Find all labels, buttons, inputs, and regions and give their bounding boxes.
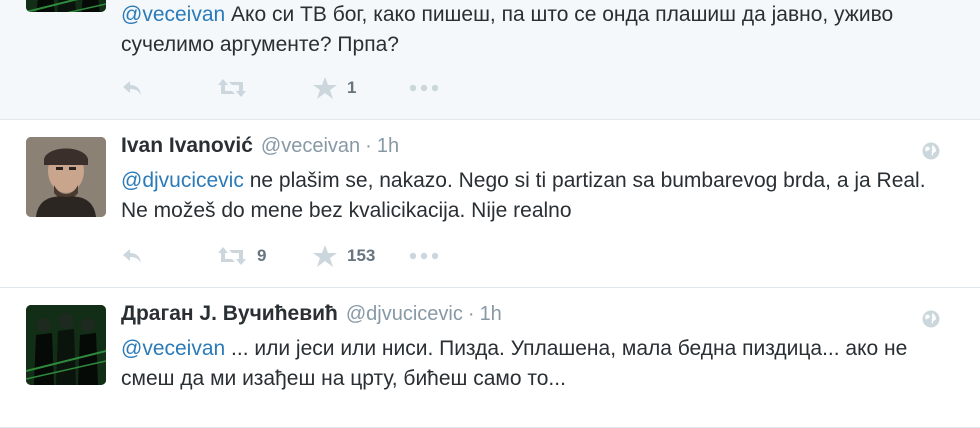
more-button[interactable] [409, 252, 449, 260]
reply-icon [123, 249, 141, 263]
tweet-text: @veceivan Ако си ТВ бог, како пишеш, па … [121, 0, 941, 60]
retweet-button[interactable]: 9 [217, 246, 313, 266]
avatar[interactable] [26, 137, 106, 217]
avatar-image [26, 305, 106, 385]
globe-icon[interactable] [922, 310, 940, 328]
tweet-text: @djvucicevic ne plašim se, nakazo. Nego … [121, 166, 941, 226]
globe-icon[interactable] [922, 142, 940, 160]
mention-link[interactable]: @djvucicevic [121, 169, 244, 192]
more-icon [409, 252, 439, 260]
tweet[interactable]: Драган Ј. Вучићевић @djvucicevic · 1h @v… [0, 288, 980, 428]
avatar-image [26, 137, 106, 217]
more-button[interactable] [409, 84, 449, 92]
avatar[interactable] [26, 0, 106, 12]
mention-link[interactable]: @veceivan [121, 3, 225, 26]
tweet-body: ... или јеси или ниси. Пизда. Уплашена, … [121, 337, 908, 390]
favorite-count: 1 [347, 78, 357, 97]
reply-icon [123, 81, 141, 95]
tweet-text: @veceivan ... или јеси или ниси. Пизда. … [121, 334, 941, 394]
reply-button[interactable] [121, 247, 217, 265]
avatar[interactable] [26, 305, 106, 385]
more-icon [409, 84, 439, 92]
favorite-count: 153 [347, 246, 376, 265]
tweet-body: Ако си ТВ бог, како пишеш, па што се онд… [121, 3, 894, 56]
tweet-header: Ivan Ivanović @veceivan · 1h [121, 134, 399, 160]
separator-dot: · [365, 135, 372, 157]
tweet-actions: 9 153 [121, 241, 449, 271]
retweet-icon [218, 247, 246, 265]
tweet-header: Драган Ј. Вучићевић @djvucicevic · 1h [121, 302, 502, 328]
avatar-image [26, 0, 106, 12]
retweet-count: 9 [257, 246, 267, 265]
tweet-actions: 1 [121, 73, 449, 103]
retweet-icon [218, 79, 246, 97]
reply-button[interactable] [121, 79, 217, 97]
favorite-button[interactable]: 153 [313, 245, 409, 267]
retweet-button[interactable] [217, 78, 313, 98]
favorite-button[interactable]: 1 [313, 77, 409, 99]
fullname[interactable]: Драган Ј. Вучићевић [121, 302, 338, 326]
star-icon [313, 245, 337, 267]
tweet[interactable]: Ivan Ivanović @veceivan · 1h @djvucicevi… [0, 120, 980, 288]
mention-link[interactable]: @veceivan [121, 337, 225, 360]
username[interactable]: @veceivan [261, 135, 360, 158]
tweet[interactable]: @veceivan Ако си ТВ бог, како пишеш, па … [0, 0, 980, 120]
timestamp[interactable]: 1h [480, 303, 502, 326]
separator-dot: · [467, 303, 475, 325]
star-icon [313, 77, 337, 99]
username[interactable]: @djvucicevic [346, 303, 463, 326]
fullname[interactable]: Ivan Ivanović [121, 134, 253, 158]
timestamp[interactable]: 1h [377, 135, 399, 158]
